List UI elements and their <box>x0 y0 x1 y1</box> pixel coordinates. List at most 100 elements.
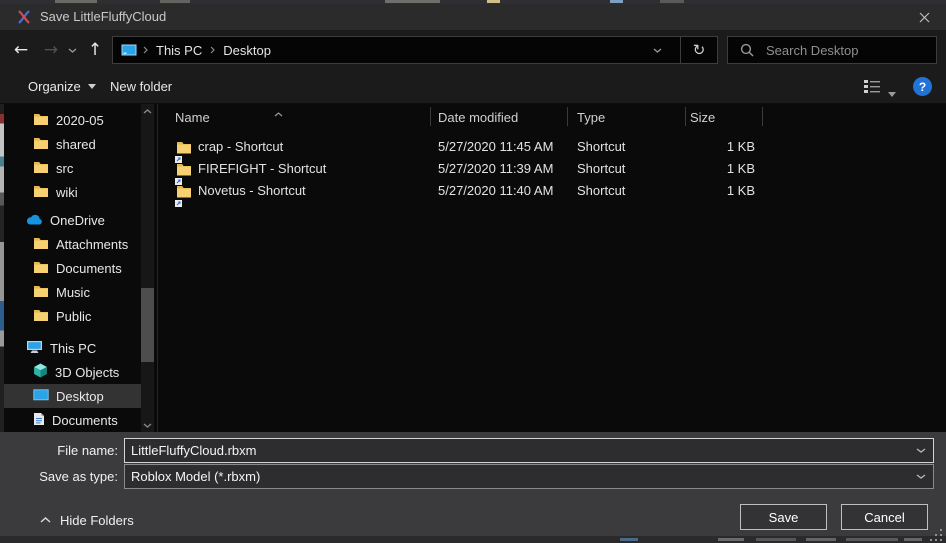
resize-grip[interactable] <box>929 528 944 542</box>
sidebar-item-desktop[interactable]: Desktop <box>4 384 141 408</box>
sidebar-item-2020-05[interactable]: 2020-05 <box>4 108 141 132</box>
novetus-app-icon <box>16 9 32 28</box>
organize-button[interactable]: Organize <box>28 70 96 103</box>
refresh-button[interactable]: ↻ <box>681 37 717 63</box>
file-type: Shortcut <box>577 180 681 202</box>
search-box[interactable] <box>727 36 937 64</box>
column-header-name[interactable]: Name <box>175 104 210 130</box>
file-name-input[interactable] <box>125 442 916 459</box>
new-folder-label: New folder <box>110 79 172 94</box>
address-bar[interactable]: This PC Desktop ↻ <box>112 36 718 64</box>
search-icon <box>740 43 754 57</box>
save-button[interactable]: Save <box>740 504 827 530</box>
sidebar-item-label: Music <box>56 285 90 300</box>
dialog-titlebar: Save LittleFluffyCloud <box>0 4 946 30</box>
sidebar-item-label: Desktop <box>56 389 104 404</box>
folder-shortcut-icon <box>176 140 192 154</box>
chevron-down-icon <box>653 48 662 53</box>
chevron-down-icon <box>143 423 152 428</box>
save-panel: File name: Save as type: Roblox Model (*… <box>0 432 946 536</box>
scroll-down-button[interactable] <box>141 418 154 432</box>
close-icon <box>919 12 930 23</box>
folder-icon <box>33 260 49 276</box>
sidebar-item-label: 2020-05 <box>56 113 104 128</box>
folder-shortcut-icon <box>176 184 192 198</box>
sidebar-item-label: Public <box>56 309 91 324</box>
scrollbar-thumb[interactable] <box>141 288 154 362</box>
new-folder-button[interactable]: New folder <box>110 70 172 103</box>
chevron-down-icon <box>68 48 77 53</box>
chevron-down-icon <box>916 474 926 479</box>
monitor-icon <box>33 389 49 404</box>
file-name: FIREFIGHT - Shortcut <box>198 158 326 180</box>
forward-button[interactable]: → <box>38 38 64 62</box>
this-pc-icon <box>121 44 137 57</box>
sidebar-item-3d-objects[interactable]: 3D Objects <box>4 360 141 384</box>
cancel-button-label: Cancel <box>864 510 904 525</box>
up-button[interactable]: ↑ <box>82 38 108 62</box>
file-type: Shortcut <box>577 158 681 180</box>
scroll-up-button[interactable] <box>141 104 154 118</box>
details-view-button[interactable] <box>864 79 880 94</box>
organize-label: Organize <box>28 79 81 94</box>
folder-icon <box>33 112 49 128</box>
sidebar-item-documents[interactable]: Documents <box>4 408 141 432</box>
column-header-size[interactable]: Size <box>690 104 715 130</box>
view-options-caret[interactable] <box>888 85 896 100</box>
column-divider[interactable] <box>567 107 568 126</box>
folder-icon <box>33 236 49 252</box>
hide-folders-label: Hide Folders <box>60 513 134 528</box>
recent-locations-button[interactable] <box>63 38 81 62</box>
file-row-novetus-shortcut[interactable]: Novetus - Shortcut 5/27/2020 11:40 AM Sh… <box>0 180 946 202</box>
sidebar-item-label: Attachments <box>56 237 128 252</box>
file-row-crap-shortcut[interactable]: crap - Shortcut 5/27/2020 11:45 AM Short… <box>0 136 946 158</box>
sidebar-item-documents-onedrive[interactable]: Documents <box>4 256 141 280</box>
column-divider[interactable] <box>762 107 763 126</box>
sort-ascending-icon <box>274 105 283 120</box>
file-name-label: File name: <box>0 438 118 463</box>
help-icon: ? <box>919 80 926 94</box>
file-name-combobox <box>124 438 934 463</box>
close-button[interactable] <box>902 4 946 30</box>
navigation-bar: ← → ↑ This PC Desktop ↻ <box>0 30 946 70</box>
column-header-date-modified[interactable]: Date modified <box>438 104 518 130</box>
sidebar-item-this-pc[interactable]: This PC <box>4 336 141 360</box>
breadcrumb-chevron-icon <box>210 46 215 54</box>
sidebar-item-onedrive[interactable]: OneDrive <box>4 208 141 232</box>
column-divider[interactable] <box>430 107 431 126</box>
file-date: 5/27/2020 11:45 AM <box>438 136 570 158</box>
folder-icon <box>33 284 49 300</box>
dialog-title: Save LittleFluffyCloud <box>40 4 166 30</box>
chevron-up-icon <box>143 109 152 114</box>
sidebar-item-label: OneDrive <box>50 213 105 228</box>
file-name-dropdown-button[interactable] <box>916 448 926 453</box>
file-row-firefight-shortcut[interactable]: FIREFIGHT - Shortcut 5/27/2020 11:39 AM … <box>0 158 946 180</box>
command-bar: Organize New folder ? <box>0 70 946 104</box>
file-type: Shortcut <box>577 136 681 158</box>
sidebar-item-attachments[interactable]: Attachments <box>4 232 141 256</box>
save-as-type-dropdown-button[interactable] <box>916 474 926 479</box>
save-as-type-label: Save as type: <box>0 464 118 489</box>
search-input[interactable] <box>764 42 918 59</box>
sidebar-item-public[interactable]: Public <box>4 304 141 328</box>
breadcrumb-chevron-icon <box>143 46 148 54</box>
sidebar-item-music[interactable]: Music <box>4 280 141 304</box>
file-name: Novetus - Shortcut <box>198 180 306 202</box>
forward-icon: → <box>44 40 58 60</box>
cancel-button[interactable]: Cancel <box>841 504 928 530</box>
address-dropdown-button[interactable] <box>643 48 672 53</box>
save-button-label: Save <box>769 510 799 525</box>
help-button[interactable]: ? <box>913 77 932 96</box>
back-button[interactable]: ← <box>8 38 34 62</box>
chevron-up-icon <box>40 517 51 523</box>
breadcrumb-desktop[interactable]: Desktop <box>221 43 273 58</box>
column-header-type[interactable]: Type <box>577 104 605 130</box>
cube-icon <box>33 363 48 381</box>
save-as-type-select[interactable]: Roblox Model (*.rbxm) <box>124 464 934 489</box>
back-icon: ← <box>14 40 28 60</box>
folder-icon <box>33 308 49 324</box>
column-divider[interactable] <box>685 107 686 126</box>
hide-folders-button[interactable]: Hide Folders <box>40 508 134 532</box>
breadcrumb-this-pc[interactable]: This PC <box>154 43 204 58</box>
onedrive-cloud-icon <box>26 213 43 228</box>
